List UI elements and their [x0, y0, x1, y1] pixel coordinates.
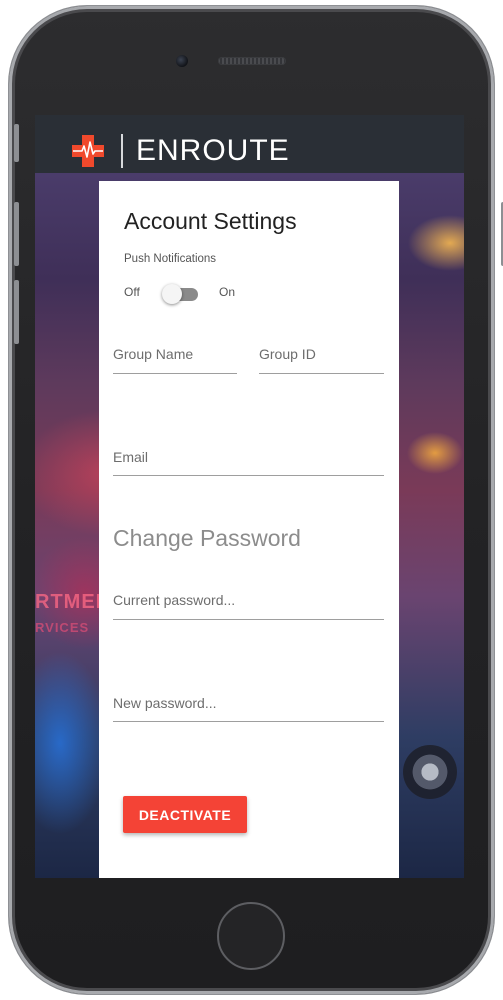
email-placeholder: Email: [113, 449, 149, 465]
push-notifications-label: Push Notifications: [124, 253, 217, 265]
group-id-placeholder: Group ID: [259, 346, 316, 362]
current-password-input[interactable]: Current password...: [113, 592, 384, 620]
toggle-off-label: Off: [124, 285, 140, 299]
logo-divider: [121, 134, 123, 168]
volume-down-button: [14, 280, 19, 344]
page-title: Account Settings: [124, 208, 297, 234]
earpiece-speaker: [218, 57, 286, 65]
settings-card: Account Settings Push Notifications Off …: [99, 181, 399, 878]
mute-switch: [14, 124, 19, 162]
new-password-placeholder: New password...: [113, 695, 217, 711]
toggle-thumb: [162, 284, 182, 304]
brand-name: ENROUTE: [136, 134, 290, 167]
group-id-input[interactable]: Group ID: [259, 346, 384, 374]
email-input[interactable]: Email: [113, 449, 384, 476]
deactivate-button[interactable]: DEACTIVATE: [123, 796, 247, 833]
toggle-on-label: On: [219, 285, 236, 299]
medical-cross-heartbeat-icon: [72, 135, 104, 167]
change-password-heading: Change Password: [113, 525, 301, 551]
current-password-placeholder: Current password...: [113, 592, 236, 608]
front-camera: [176, 55, 188, 67]
app-screen: RTMEN RVICES ENROUTE Account Settings Pu…: [35, 115, 464, 878]
app-header: ENROUTE: [35, 115, 464, 173]
volume-up-button: [14, 202, 19, 266]
group-name-input[interactable]: Group Name: [113, 346, 237, 374]
push-notifications-toggle[interactable]: [162, 284, 198, 304]
new-password-input[interactable]: New password...: [113, 695, 384, 722]
home-button[interactable]: [217, 902, 285, 970]
group-name-placeholder: Group Name: [113, 346, 194, 362]
